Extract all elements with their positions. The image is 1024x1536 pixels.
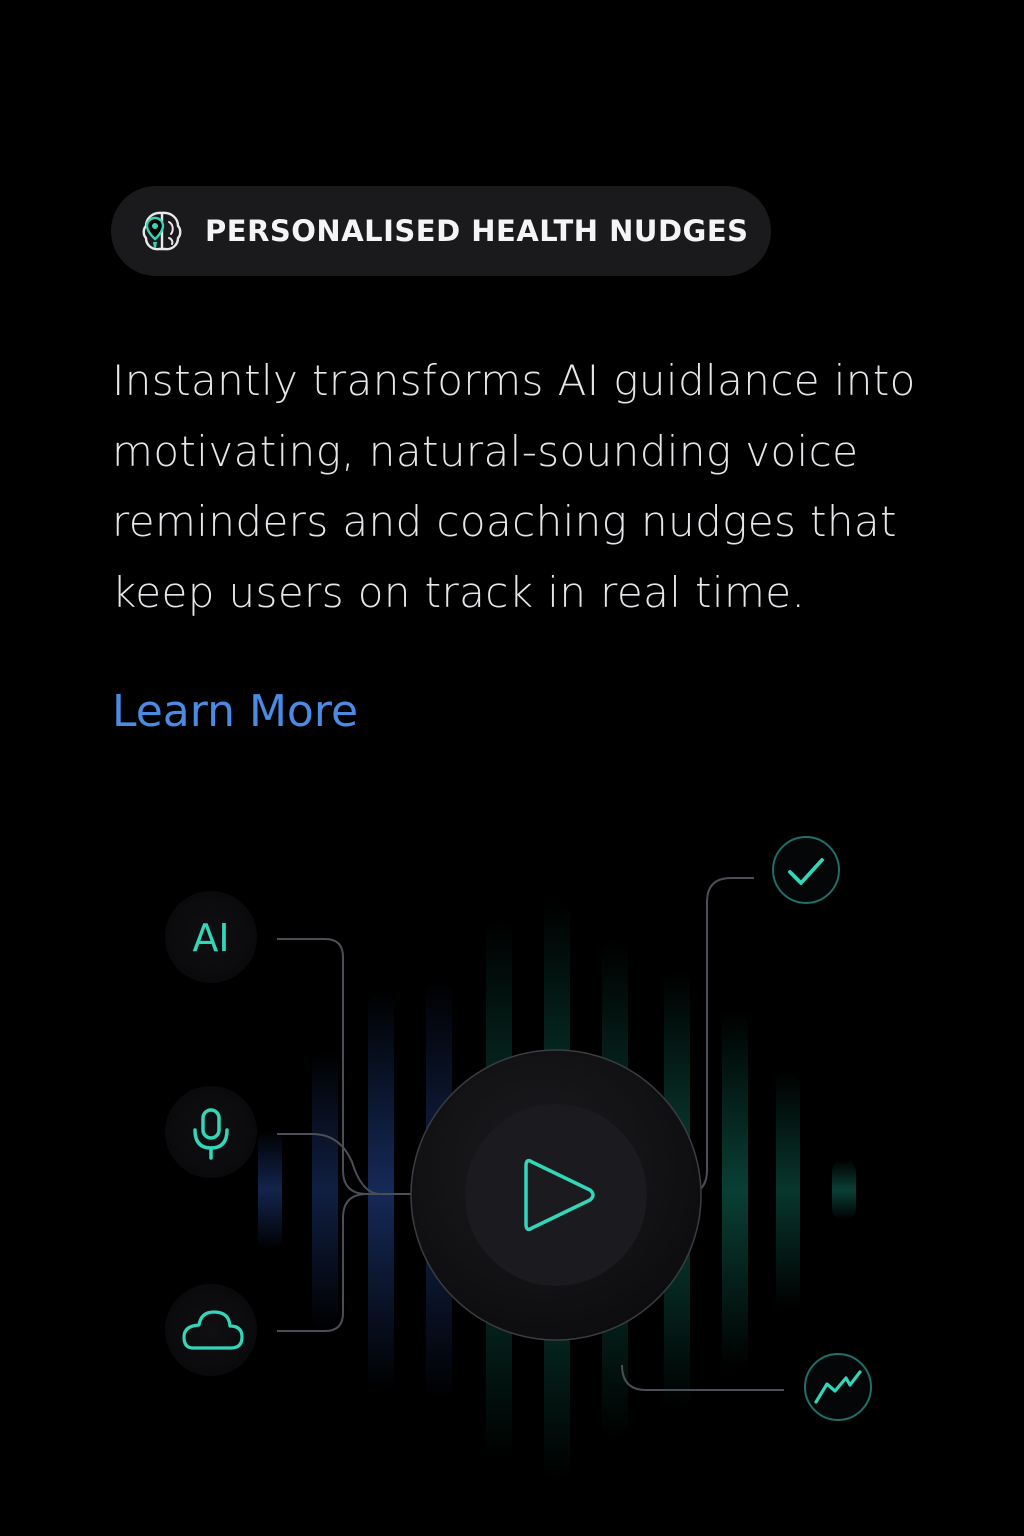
- ai-text-icon: AI: [192, 916, 229, 960]
- input-node-ai: AI: [165, 891, 257, 983]
- wave-bar: [258, 1130, 282, 1250]
- output-node-check: [772, 836, 840, 904]
- input-node-cloud: [165, 1284, 257, 1376]
- feature-badge: PERSONALISED HEALTH NUDGES: [111, 186, 771, 276]
- brain-location-pin-icon: [139, 208, 185, 254]
- wave-bar: [832, 1160, 856, 1220]
- wave-bar: [368, 990, 394, 1390]
- play-button[interactable]: [410, 1049, 702, 1341]
- input-node-microphone: [165, 1086, 257, 1178]
- output-node-trend: [804, 1353, 872, 1421]
- wave-bar: [312, 1050, 338, 1330]
- wave-bar: [776, 1070, 800, 1310]
- learn-more-link[interactable]: Learn More: [112, 686, 358, 737]
- voice-nudge-illustration: AI: [165, 836, 872, 1480]
- wave-bar: [722, 1010, 748, 1370]
- badge-label: PERSONALISED HEALTH NUDGES: [205, 214, 749, 248]
- feature-description: Instantly transforms AI guidlance into m…: [112, 356, 916, 617]
